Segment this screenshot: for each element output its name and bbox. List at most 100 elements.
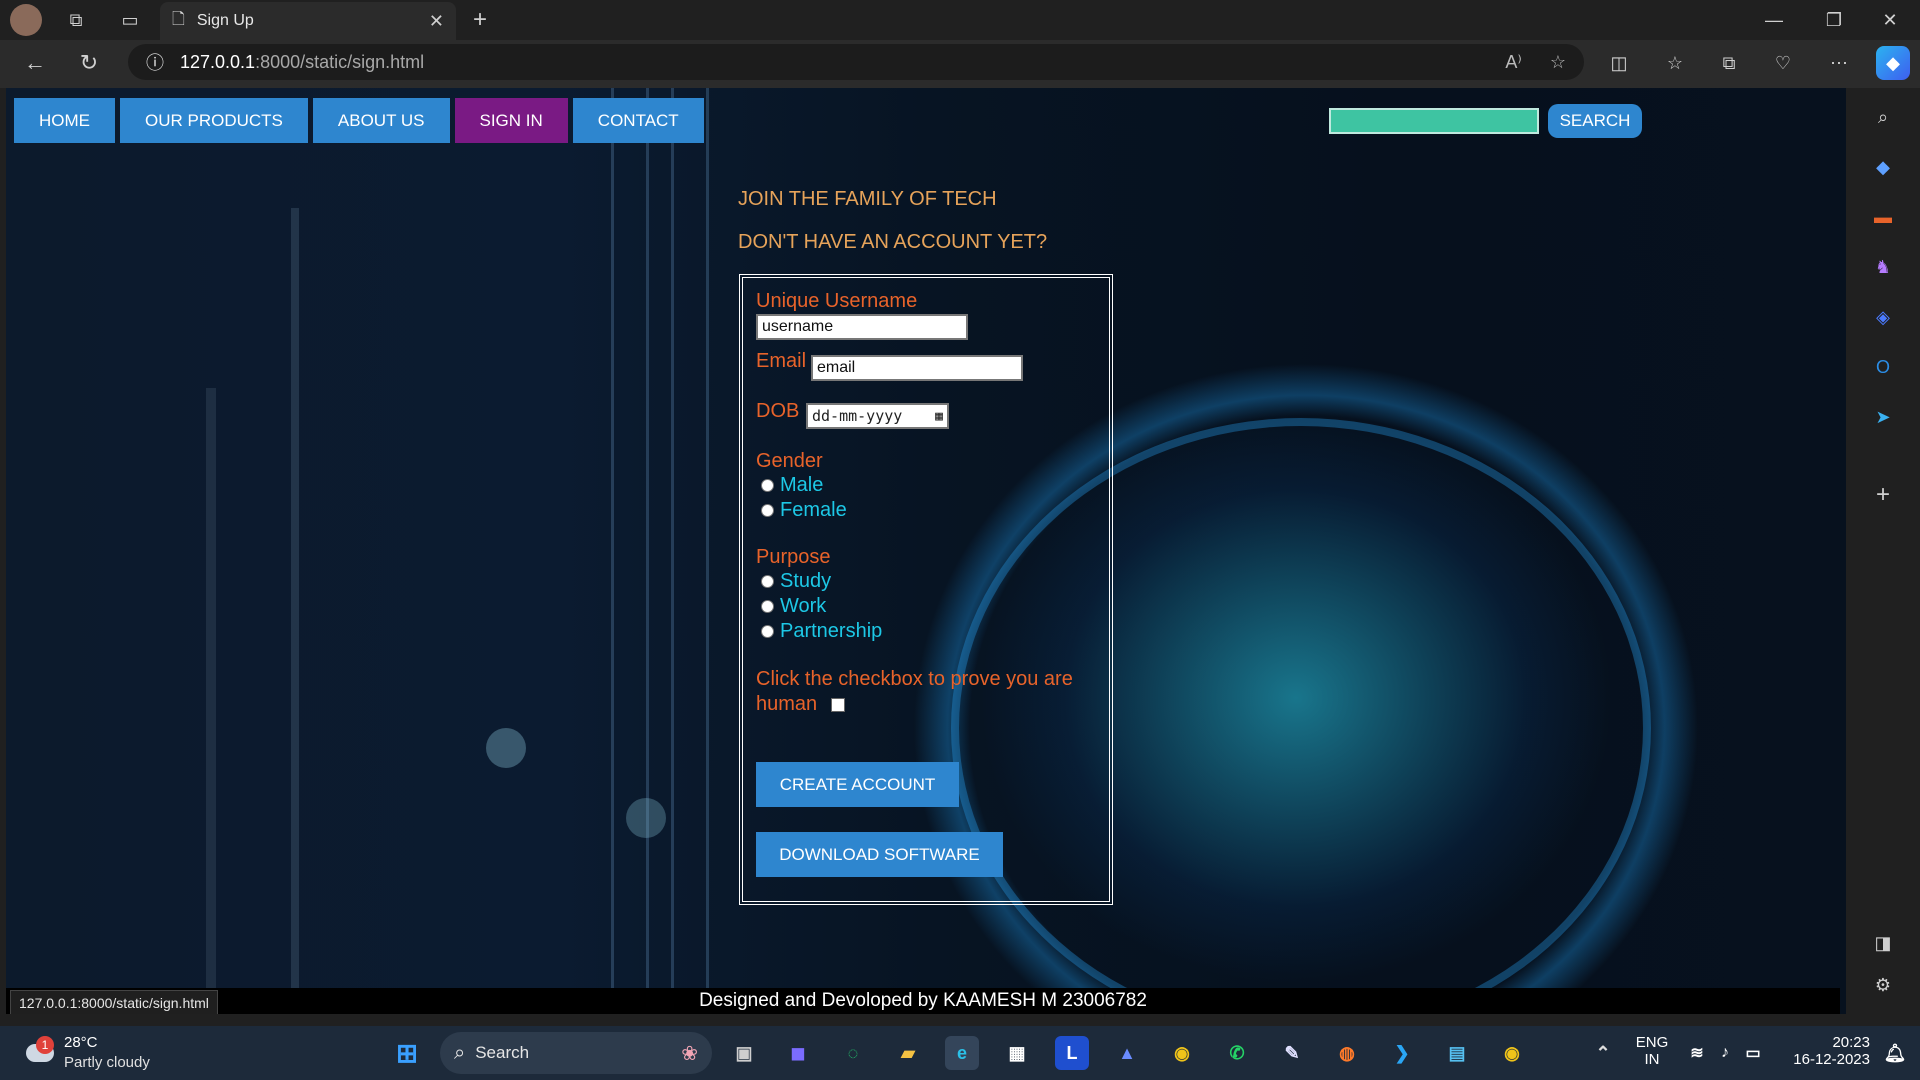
weather-temp[interactable]: 28°C: [64, 1034, 98, 1051]
favorite-star-icon[interactable]: ☆: [1550, 52, 1566, 73]
chrome-icon[interactable]: ◉: [1165, 1036, 1199, 1070]
back-icon[interactable]: ←: [20, 48, 50, 78]
notification-bell-icon[interactable]: 🔔︎: [1878, 1036, 1912, 1070]
sidebar-toggle-icon[interactable]: ◨: [1868, 928, 1898, 958]
minimize-icon[interactable]: —: [1760, 6, 1788, 34]
health-icon[interactable]: ♡: [1768, 48, 1798, 78]
address-bar[interactable]: ⓘ 127.0.0.1 :8000/static/sign.html A⁾ ☆: [128, 44, 1584, 80]
address-row: ← ↻ ⓘ 127.0.0.1 :8000/static/sign.html A…: [0, 40, 1920, 88]
file-explorer-icon[interactable]: ▰: [891, 1036, 925, 1070]
more-menu-icon[interactable]: ⋯: [1824, 48, 1854, 78]
circuit-line: [646, 88, 649, 988]
clock[interactable]: 20:23 16-12-2023: [1780, 1034, 1870, 1068]
radio-button[interactable]: [761, 575, 774, 588]
search-icon: ⌕: [454, 1041, 466, 1064]
tab-strip: ⧉ ▭ 🗋 Sign Up ✕ + — ❐ ✕: [0, 0, 1920, 40]
refresh-app-icon[interactable]: ◌: [836, 1036, 870, 1070]
human-check-text: Click the checkbox to prove you are: [756, 668, 1073, 690]
tab-sign-up[interactable]: 🗋 Sign Up ✕: [160, 2, 456, 40]
taskbar-search[interactable]: ⌕ Search ❀: [440, 1032, 712, 1074]
workspaces-icon[interactable]: ⧉: [62, 6, 90, 34]
radio-button[interactable]: [761, 479, 774, 492]
new-tab-icon[interactable]: +: [466, 6, 494, 34]
profile-avatar[interactable]: [10, 4, 42, 36]
sidebar-search-icon[interactable]: ⌕: [1868, 102, 1898, 132]
taskbar-search-label: Search: [475, 1043, 530, 1062]
url-host: 127.0.0.1: [180, 51, 256, 72]
vscode-icon[interactable]: ❯: [1385, 1036, 1419, 1070]
radio-button[interactable]: [761, 504, 774, 517]
outlook-icon[interactable]: O: [1868, 352, 1898, 382]
axolotl-icon: ❀: [681, 1042, 698, 1065]
collections-icon[interactable]: ⧉: [1714, 48, 1744, 78]
dob-label: DOB: [756, 400, 800, 422]
download-software-button[interactable]: DOWNLOAD SOFTWARE: [756, 832, 1003, 877]
radio-button[interactable]: [761, 600, 774, 613]
search-button[interactable]: SEARCH: [1548, 104, 1642, 138]
dob-field[interactable]: dd-mm-yyyy ▦: [806, 403, 949, 429]
show-hidden-icons[interactable]: ⌃: [1586, 1036, 1620, 1070]
language-indicator[interactable]: ENG IN: [1634, 1034, 1670, 1068]
shopping-tag-icon[interactable]: ◆: [1868, 152, 1898, 182]
battery-icon[interactable]: ▭: [1736, 1036, 1770, 1070]
purpose-option-study[interactable]: Study: [761, 570, 831, 593]
read-aloud-icon[interactable]: A⁾: [1505, 52, 1521, 73]
email-field[interactable]: email: [811, 355, 1023, 381]
calendar-icon[interactable]: ▦: [935, 409, 943, 424]
gender-option-male[interactable]: Male: [761, 474, 823, 497]
username-field[interactable]: username: [756, 314, 968, 340]
tab-actions-icon[interactable]: ▭: [116, 6, 144, 34]
join-heading: JOIN THE FAMILY OF TECH: [738, 188, 997, 210]
page-viewport: HOME OUR PRODUCTS ABOUT US SIGN IN CONTA…: [6, 88, 1846, 1014]
copilot-sidebar-icon[interactable]: ◈: [1868, 302, 1898, 332]
split-screen-icon[interactable]: ◫: [1604, 48, 1634, 78]
task-view-icon[interactable]: ▣: [727, 1036, 761, 1070]
notes-icon[interactable]: ▤: [1440, 1036, 1474, 1070]
create-account-button[interactable]: CREATE ACCOUNT: [756, 762, 959, 807]
edge-icon[interactable]: e: [945, 1036, 979, 1070]
radio-button[interactable]: [761, 625, 774, 638]
notepad-icon[interactable]: ✎: [1275, 1036, 1309, 1070]
copilot-icon[interactable]: ◆: [1876, 46, 1910, 80]
refresh-icon[interactable]: ↻: [74, 48, 104, 78]
nav-contact[interactable]: CONTACT: [572, 98, 704, 143]
add-sidebar-icon[interactable]: +: [1868, 480, 1898, 510]
gender-option-female[interactable]: Female: [761, 499, 847, 522]
whatsapp-icon[interactable]: ✆: [1220, 1036, 1254, 1070]
tools-icon[interactable]: ▬: [1868, 202, 1898, 232]
clock-time: 20:23: [1832, 1034, 1870, 1051]
vpn-icon[interactable]: ▲: [1110, 1036, 1144, 1070]
restore-icon[interactable]: ❐: [1820, 6, 1848, 34]
windows-taskbar: 1 28°C Partly cloudy ⊞ ⌕ Search ❀ ▣ ◼ ◌ …: [0, 1026, 1920, 1080]
purpose-option-partnership[interactable]: Partnership: [761, 620, 882, 643]
info-icon[interactable]: ⓘ: [146, 49, 164, 75]
store-icon[interactable]: ▦: [1000, 1036, 1034, 1070]
settings-gear-icon[interactable]: ⚙: [1868, 970, 1898, 1000]
option-label: Partnership: [780, 620, 883, 642]
favorites-icon[interactable]: ☆: [1660, 48, 1690, 78]
human-checkbox[interactable]: [831, 698, 845, 712]
games-icon[interactable]: ♞: [1868, 252, 1898, 282]
meet-icon[interactable]: ◼: [781, 1036, 815, 1070]
nav-home[interactable]: HOME: [14, 98, 115, 143]
l-app-icon[interactable]: L: [1055, 1036, 1089, 1070]
circuit-line: [706, 88, 709, 988]
close-window-icon[interactable]: ✕: [1876, 6, 1904, 34]
nav-about-us[interactable]: ABOUT US: [312, 98, 450, 143]
search-input[interactable]: [1329, 108, 1539, 134]
lang-line2: IN: [1644, 1051, 1660, 1068]
chrome-profile-icon[interactable]: ◉: [1495, 1036, 1529, 1070]
status-url-tooltip: 127.0.0.1:8000/static/sign.html: [10, 990, 218, 1014]
send-icon[interactable]: ➤: [1868, 402, 1898, 432]
nav-our-products[interactable]: OUR PRODUCTS: [120, 98, 308, 143]
purpose-option-work[interactable]: Work: [761, 595, 826, 618]
circuit-line: [206, 388, 216, 988]
windows-start-icon[interactable]: ⊞: [390, 1036, 424, 1070]
weather-desc[interactable]: Partly cloudy: [64, 1054, 150, 1071]
firefox-icon[interactable]: ◍: [1330, 1036, 1364, 1070]
weather-icon[interactable]: 1: [22, 1036, 56, 1066]
nav-sign-in[interactable]: SIGN IN: [454, 98, 568, 143]
circuit-node: [486, 728, 526, 768]
close-tab-icon[interactable]: ✕: [429, 11, 444, 32]
browser-chrome: ⧉ ▭ 🗋 Sign Up ✕ + — ❐ ✕ ← ↻ ⓘ 127.0.0.1 …: [0, 0, 1920, 88]
